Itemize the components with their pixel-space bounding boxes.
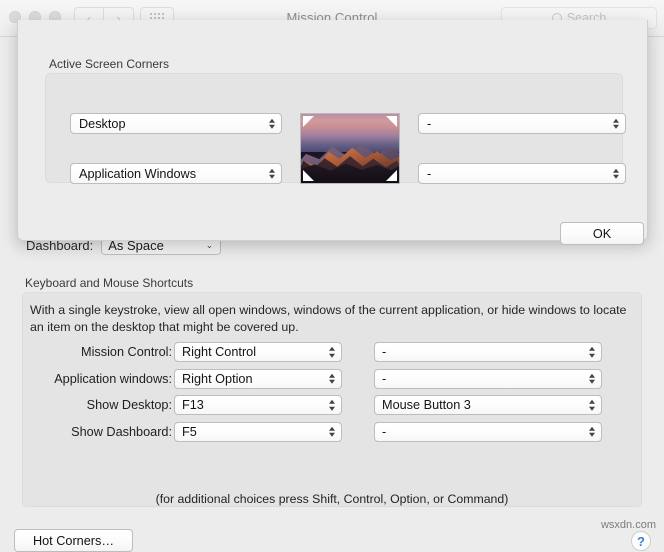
corner-value-bottom-left: Application Windows [79, 167, 196, 181]
shortcut-mouse-value: Mouse Button 3 [382, 398, 471, 412]
stepper-icon[interactable] [329, 374, 335, 385]
help-button[interactable]: ? [631, 531, 651, 551]
corner-select-bottom-left[interactable]: Application Windows [70, 163, 282, 184]
stepper-icon[interactable] [589, 374, 595, 385]
chevron-down-icon: ⌄ [206, 240, 214, 251]
stepper-icon[interactable] [589, 347, 595, 358]
hot-corners-button[interactable]: Hot Corners… [14, 529, 133, 552]
shortcut-mouse-value: - [382, 372, 386, 386]
corner-marker-top-left-icon [303, 116, 314, 127]
shortcut-key-select-show-desktop[interactable]: F13 [174, 395, 342, 415]
stepper-icon[interactable] [329, 427, 335, 438]
stepper-icon[interactable] [613, 168, 619, 179]
stepper-icon[interactable] [589, 400, 595, 411]
shortcut-label-mission-control: Mission Control: [30, 345, 172, 359]
shortcut-key-value: Right Control [182, 345, 256, 359]
watermark: wsxdn.com [601, 519, 656, 531]
shortcut-label-show-desktop: Show Desktop: [30, 398, 172, 412]
shortcut-mouse-select-mission-control[interactable]: - [374, 342, 602, 362]
shortcut-mouse-value: - [382, 345, 386, 359]
ok-label: OK [593, 227, 611, 241]
screen-preview-thumbnail [300, 113, 400, 184]
corner-marker-top-right-icon [386, 116, 397, 127]
shortcut-mouse-select-application-windows[interactable]: - [374, 369, 602, 389]
hot-corners-label: Hot Corners… [33, 534, 114, 548]
stepper-icon[interactable] [269, 168, 275, 179]
shortcuts-footnote: (for additional choices press Shift, Con… [0, 492, 664, 506]
corner-marker-bottom-right-icon [386, 170, 397, 181]
shortcut-mouse-select-show-dashboard[interactable]: - [374, 422, 602, 442]
stepper-icon[interactable] [613, 118, 619, 129]
shortcut-key-select-application-windows[interactable]: Right Option [174, 369, 342, 389]
ok-button[interactable]: OK [560, 222, 644, 245]
corner-select-bottom-right[interactable]: - [418, 163, 626, 184]
active-screen-corners-label: Active Screen Corners [49, 57, 169, 71]
question-mark-icon: ? [637, 534, 645, 549]
stepper-icon[interactable] [269, 118, 275, 129]
shortcut-mouse-select-show-desktop[interactable]: Mouse Button 3 [374, 395, 602, 415]
shortcut-key-value: Right Option [182, 372, 253, 386]
shortcut-key-select-show-dashboard[interactable]: F5 [174, 422, 342, 442]
preferences-window: ‹ › Mission Control Search Dashboard: As… [0, 0, 664, 533]
shortcut-row: Show Desktop: F13 Mouse Button 3 [0, 392, 664, 419]
wallpaper-sky [301, 114, 399, 152]
stepper-icon[interactable] [329, 347, 335, 358]
corner-value-top-left: Desktop [79, 117, 126, 131]
stepper-icon[interactable] [329, 400, 335, 411]
corner-value-top-right: - [427, 117, 431, 131]
shortcut-row: Show Dashboard: F5 - [0, 419, 664, 446]
hot-corners-sheet: Active Screen Corners Desktop - Applicat… [17, 20, 648, 241]
shortcuts-group-label: Keyboard and Mouse Shortcuts [25, 276, 193, 290]
shortcut-row: Mission Control: Right Control - [0, 339, 664, 366]
shortcut-key-select-mission-control[interactable]: Right Control [174, 342, 342, 362]
shortcut-mouse-value: - [382, 425, 386, 439]
shortcut-key-value: F5 [182, 425, 197, 439]
corner-select-top-left[interactable]: Desktop [70, 113, 282, 134]
corner-marker-bottom-left-icon [303, 170, 314, 181]
shortcut-key-value: F13 [182, 398, 204, 412]
shortcuts-description: With a single keystroke, view all open w… [30, 302, 630, 336]
corner-value-bottom-right: - [427, 167, 431, 181]
shortcut-label-show-dashboard: Show Dashboard: [30, 425, 172, 439]
corner-select-top-right[interactable]: - [418, 113, 626, 134]
shortcut-row: Application windows: Right Option - [0, 366, 664, 393]
shortcut-label-application-windows: Application windows: [30, 372, 172, 386]
shortcuts-rows: Mission Control: Right Control - Applica… [0, 339, 664, 445]
stepper-icon[interactable] [589, 427, 595, 438]
